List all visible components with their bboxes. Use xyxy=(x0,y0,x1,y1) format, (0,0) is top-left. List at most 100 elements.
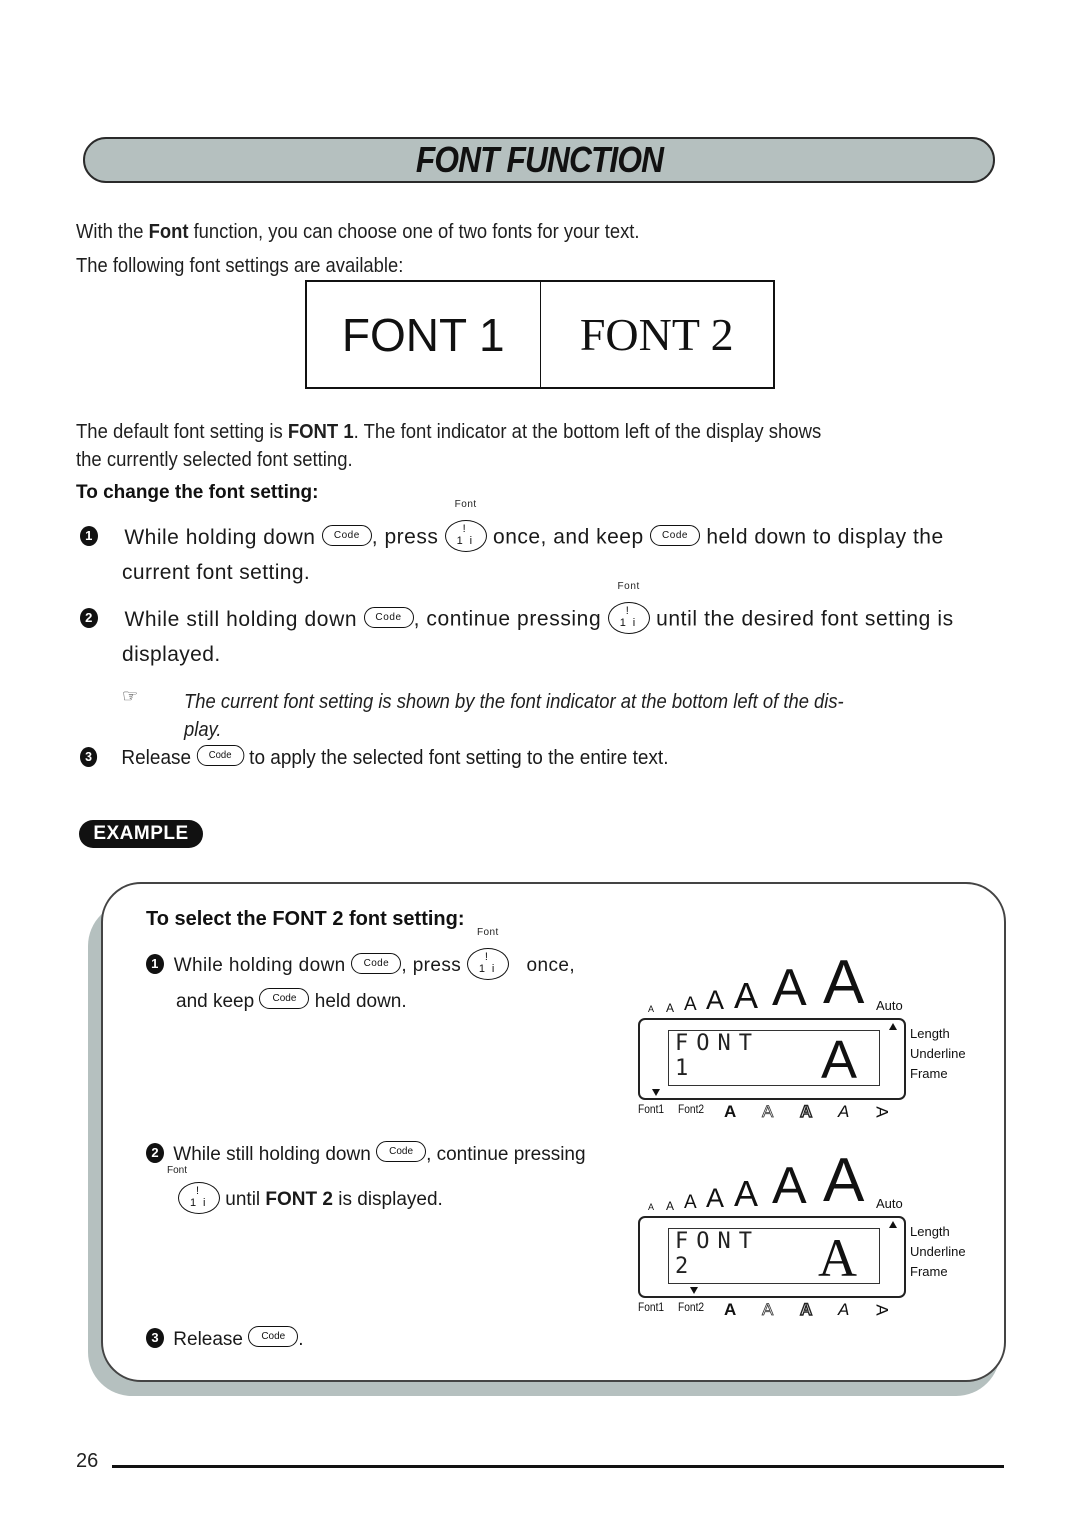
step-number: 3 xyxy=(146,1327,164,1348)
attribute-label: Underline xyxy=(910,1244,966,1259)
lcd-preview-glyph: A xyxy=(820,1030,857,1090)
lcd-preview-glyph: A xyxy=(818,1228,857,1288)
step-number: 2 xyxy=(146,1142,164,1163)
attribute-label: Length xyxy=(910,1026,950,1041)
step-text: to apply the selected font setting to th… xyxy=(249,747,669,769)
size-indicator: A xyxy=(734,1173,759,1214)
size-indicator: A xyxy=(666,1199,675,1213)
size-indicator: A xyxy=(706,985,725,1015)
font-key-glyph: 1 xyxy=(478,963,486,975)
character-size-row: A A A A A A A Auto xyxy=(640,1150,940,1215)
default-bold: FONT 1 xyxy=(287,421,354,443)
intro-bold: Font xyxy=(148,221,189,243)
style-indicator: A xyxy=(838,1102,850,1121)
example-step-2: 2 While still holding down Code, continu… xyxy=(146,1141,586,1166)
page-title: FONT FUNCTION xyxy=(415,139,663,180)
example-step-1: 1 While holding down Code, press Font ! … xyxy=(146,927,576,982)
step-text: While still holding down xyxy=(124,607,358,631)
size-indicator: A xyxy=(648,1202,655,1212)
step-number: 1 xyxy=(146,954,164,974)
auto-label: Auto xyxy=(876,1196,903,1211)
lcd-screen: FONT 2 A xyxy=(668,1228,880,1288)
font-key-caption: Font xyxy=(454,499,477,510)
auto-indicator-arrow xyxy=(889,1023,897,1030)
attribute-label: Frame xyxy=(910,1264,948,1279)
size-indicator: A xyxy=(772,959,807,1017)
code-key: Code xyxy=(259,988,310,1010)
code-key: Code xyxy=(321,524,372,546)
step-text: Release xyxy=(173,1329,243,1350)
example-step-3: 3 Release Code. xyxy=(146,1326,304,1351)
example-step-2-line2: Font ! 1 i until FONT 2 is displayed. xyxy=(167,1165,443,1216)
page-number: 26 xyxy=(76,1450,99,1472)
code-key: Code xyxy=(376,1141,427,1163)
step-text: until xyxy=(225,1189,266,1211)
font-key: Font ! 1 i xyxy=(466,927,509,980)
step-text: until the desired font setting is xyxy=(656,607,954,631)
lcd-line-2: 2 xyxy=(675,1254,697,1279)
attribute-label: Length xyxy=(910,1224,950,1239)
font-indicator-arrow xyxy=(690,1287,698,1294)
style-indicator: A xyxy=(762,1102,774,1122)
font-sample-2: FONT 2 xyxy=(579,309,734,360)
size-indicator: A xyxy=(734,975,759,1016)
lcd-frame: FONT 2 A xyxy=(638,1216,906,1298)
font-key-caption: Font xyxy=(617,581,640,592)
font-key-glyph: i xyxy=(632,617,636,629)
lcd-frame: FONT 1 A xyxy=(638,1018,906,1100)
step-text: , continue pressing xyxy=(426,1144,586,1165)
note-line-1: The current font setting is shown by the… xyxy=(184,691,844,713)
auto-label: Auto xyxy=(876,998,903,1013)
font-key: Font ! 1 i xyxy=(444,499,487,552)
font-key-glyph: i xyxy=(469,535,473,547)
attribute-label: Frame xyxy=(910,1066,948,1081)
step-text: . xyxy=(298,1329,304,1350)
step-text: While holding down xyxy=(124,525,316,549)
font-key-glyph: 1 xyxy=(190,1197,197,1209)
step-text: once, and keep xyxy=(493,525,644,549)
default-text: The default font setting is xyxy=(76,421,288,443)
code-key: Code xyxy=(248,1326,299,1348)
step-3: 3 Release Code to apply the selected fon… xyxy=(80,745,669,770)
step-number: 1 xyxy=(80,526,98,546)
character-size-row: A A A A A A A Auto xyxy=(640,952,940,1017)
code-key: Code xyxy=(351,952,402,974)
font-key-caption: Font xyxy=(167,1165,188,1176)
style-indicator: A xyxy=(724,1102,737,1121)
style-indicator: A xyxy=(724,1300,737,1319)
font-sample-table: FONT 1 FONT 2 xyxy=(305,280,775,389)
step-text: , press xyxy=(401,955,462,977)
example-heading: To select the FONT 2 font setting: xyxy=(146,908,465,930)
font-key-caption: Font xyxy=(477,927,499,938)
font-key-glyph: ! xyxy=(196,1185,200,1197)
step-2-line2: displayed. xyxy=(122,643,221,666)
size-indicator: A xyxy=(666,1001,675,1015)
font-indicator-label: Font1 xyxy=(638,1300,665,1314)
code-key: Code xyxy=(196,745,244,767)
example-step-1-line2: and keep Code held down. xyxy=(176,988,407,1013)
style-indicator: A xyxy=(872,1106,892,1118)
font-key-glyph: i xyxy=(491,963,495,975)
note-line-2: play. xyxy=(184,719,222,741)
font-key-glyph: i xyxy=(203,1197,206,1209)
auto-indicator-arrow xyxy=(889,1221,897,1228)
attribute-labels: Length Underline Frame xyxy=(910,1222,966,1282)
style-indicator: A xyxy=(799,1299,813,1319)
size-indicator: A xyxy=(772,1157,807,1215)
step-text: and keep xyxy=(176,991,255,1012)
size-indicator: A xyxy=(684,1192,697,1213)
size-indicator: A xyxy=(684,994,697,1015)
example-badge: EXAMPLE xyxy=(79,820,203,848)
style-indicator: A xyxy=(872,1304,892,1316)
size-indicator: A xyxy=(706,1183,725,1213)
step-2: 2 While still holding down Code, continu… xyxy=(80,581,954,636)
lcd-screen: FONT 1 A xyxy=(668,1030,880,1090)
intro-text: With the xyxy=(76,221,149,243)
font-sample-1: FONT 1 xyxy=(307,282,541,387)
intro-line-1: With the Font function, you can choose o… xyxy=(76,215,640,249)
step-text: While still holding down xyxy=(173,1144,371,1165)
step-text: once, xyxy=(526,955,576,977)
font-indicator-arrow xyxy=(652,1089,660,1096)
font-indicator-label: Font2 xyxy=(678,1300,705,1314)
size-indicator: A xyxy=(648,1004,655,1014)
